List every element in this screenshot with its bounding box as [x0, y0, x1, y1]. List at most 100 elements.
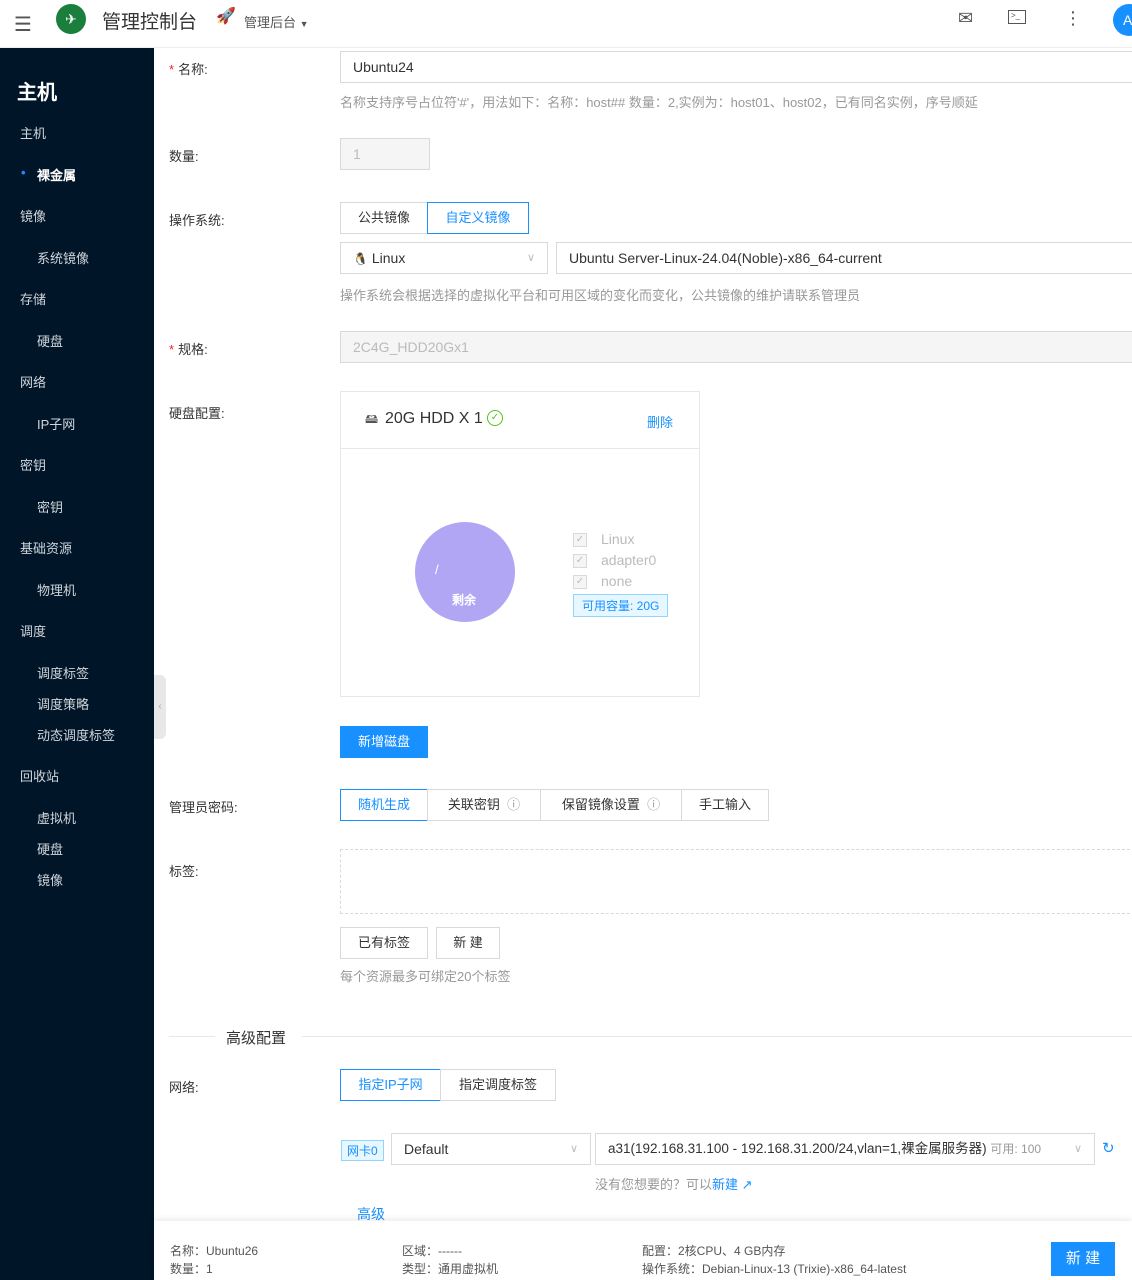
refresh-icon[interactable]: ↻: [1102, 1139, 1115, 1157]
sidebar-item-system-image[interactable]: 系统镜像: [37, 248, 89, 267]
sidebar-item-disk[interactable]: 硬盘: [37, 331, 63, 350]
capacity-tag: 可用容量: 20G: [573, 594, 669, 617]
create-subnet-link[interactable]: 新建: [712, 1177, 738, 1192]
subnet-missing-hint: 没有您想要的？可以新建 ↗: [595, 1177, 753, 1192]
footer-summary: 名称：Ubuntu26 数量：1 区域：------ 类型：通用虚拟机 配置：2…: [154, 1221, 1132, 1280]
network-label: 网络:: [169, 1080, 199, 1095]
sidebar-item-label: 裸金属: [37, 168, 77, 183]
legend-item: ✓ Linux: [573, 531, 668, 552]
sidebar-item-sched-policy[interactable]: 调度策略: [37, 694, 89, 713]
sidebar-item-dynamic-tag[interactable]: 动态调度标签: [37, 725, 115, 744]
summary-type: 类型：通用虚拟机: [402, 1262, 499, 1276]
more-icon[interactable]: ⋮: [1064, 8, 1082, 29]
summary-count: 数量：1: [170, 1262, 213, 1276]
image-select[interactable]: Ubuntu Server-Linux-24.04(Noble)-x86_64-…: [556, 242, 1132, 274]
legend-item: ✓ none: [573, 573, 668, 594]
tab-sched-tag[interactable]: 指定调度标签: [440, 1069, 556, 1101]
caret-down-icon: ▼: [299, 19, 309, 29]
name-input[interactable]: Ubuntu24: [340, 51, 1132, 83]
sidebar-item-physical[interactable]: 物理机: [37, 580, 76, 599]
sidebar-group-recycle: 回收站: [20, 769, 60, 784]
rocket-icon: 🚀: [216, 8, 236, 25]
chevron-down-icon: ∨: [1073, 1143, 1082, 1155]
sidebar-group-network: 网络: [20, 375, 47, 390]
sidebar-group-host: 主机: [20, 126, 47, 141]
project-label: 管理后台: [244, 15, 297, 30]
avatar[interactable]: A: [1113, 4, 1132, 36]
sidebar-item-recycle-image[interactable]: 镜像: [37, 870, 63, 889]
tab-custom-image[interactable]: 自定义镜像: [427, 202, 529, 234]
external-link-icon: ↗: [741, 1177, 753, 1192]
pwd-key[interactable]: 关联密钥 ⓘ: [427, 789, 541, 821]
sidebar-item-recycle-vm[interactable]: 虚拟机: [37, 808, 76, 827]
spec-input[interactable]: 2C4G_HDD20Gx1: [340, 331, 1132, 363]
tab-public-image[interactable]: 公共镜像: [340, 202, 428, 234]
disk-pie-slice: / 剩余: [415, 522, 515, 622]
count-label: 数量:: [169, 149, 199, 164]
checkbox[interactable]: ✓: [573, 533, 587, 548]
password-label: 管理员密码:: [169, 800, 238, 815]
sidebar-group-infra: 基础资源: [20, 541, 73, 556]
menu-icon[interactable]: ☰: [14, 12, 32, 37]
checkbox[interactable]: ✓: [573, 554, 587, 569]
sidebar: 主机 主机 • 裸金属 镜像 系统镜像 存储 硬盘 网络 IP子网 密钥 密钥 基…: [0, 48, 154, 1280]
sidebar-item-baremetal[interactable]: • 裸金属: [21, 165, 77, 184]
chevron-down-icon: ∨: [569, 1143, 578, 1155]
os-hint: 操作系统会根据选择的虚拟化平台和可用区域的变化而变化，公共镜像的维护请联系管理员: [340, 288, 861, 303]
sidebar-title: 主机: [17, 82, 57, 104]
add-disk-button[interactable]: 新增磁盘: [340, 726, 428, 758]
tags-label: 标签:: [169, 864, 199, 879]
terminal-icon[interactable]: >_: [1008, 10, 1026, 24]
submit-button[interactable]: 新 建: [1051, 1242, 1115, 1276]
spec-label: * 规格:: [169, 342, 208, 357]
pie-label-free: 剩余: [452, 593, 477, 607]
top-bar: ☰ ✈ 管理控制台 🚀 管理后台 ▼ ✉ >_ ⋮ A: [0, 0, 1132, 48]
name-label: * 名称:: [169, 62, 208, 77]
delete-disk-link[interactable]: 删除: [647, 412, 673, 431]
help-icon[interactable]: ⓘ: [647, 797, 660, 812]
disk-label: 硬盘配置:: [169, 406, 225, 421]
linux-icon: 🐧: [353, 252, 368, 266]
divider: [302, 1036, 1132, 1037]
pie-label-root: /: [435, 562, 439, 577]
name-hint: 名称支持序号占位符'#'，用法如下：名称：host## 数量：2,实例为：hos…: [340, 95, 978, 110]
disk-title: 20G HDD X 1: [385, 410, 483, 427]
legend-item: ✓ adapter0: [573, 552, 668, 573]
summary-region: 区域：------: [402, 1244, 462, 1258]
sidebar-item-sched-tag[interactable]: 调度标签: [37, 663, 89, 682]
checkbox[interactable]: ✓: [573, 575, 587, 590]
existing-tags-button[interactable]: 已有标签: [340, 927, 428, 959]
summary-config: 配置：2核CPU、4 GB内存: [642, 1244, 786, 1258]
os-label: 操作系统:: [169, 213, 225, 228]
subnet-select[interactable]: a31(192.168.31.100 - 192.168.31.200/24,v…: [595, 1133, 1095, 1165]
sidebar-group-schedule: 调度: [20, 624, 47, 639]
pwd-manual[interactable]: 手工输入: [681, 789, 769, 821]
new-tag-button[interactable]: 新 建: [436, 927, 500, 959]
tab-subnet[interactable]: 指定IP子网: [340, 1069, 441, 1101]
app-title: 管理控制台: [102, 12, 198, 33]
disk-legend: ✓ Linux ✓ adapter0 ✓ none 可用容量: 20G: [573, 531, 669, 617]
disk-card: 🖴 20G HDD X 1 ✓ 删除 / 剩余 ✓ Linux ✓ adapter0…: [340, 391, 700, 697]
pwd-keep-image[interactable]: 保留镜像设置 ⓘ: [540, 789, 682, 821]
mail-icon[interactable]: ✉: [958, 8, 973, 29]
summary-name: 名称：Ubuntu26: [170, 1244, 259, 1258]
sidebar-item-subnet[interactable]: IP子网: [37, 414, 75, 433]
os-type-select[interactable]: 🐧 Linux ∨: [340, 242, 548, 274]
tags-hint: 每个资源最多可绑定20个标签: [340, 969, 511, 984]
sidebar-group-storage: 存储: [20, 292, 47, 307]
logo-icon: ✈: [56, 4, 86, 34]
chevron-down-icon: ∨: [526, 252, 535, 264]
summary-os: 操作系统：Debian-Linux-13 (Trixie)-x86_64-lat…: [642, 1262, 907, 1276]
sidebar-group-image: 镜像: [20, 209, 47, 224]
help-icon[interactable]: ⓘ: [507, 797, 520, 812]
sidebar-group-key: 密钥: [20, 458, 47, 473]
count-input[interactable]: 1: [340, 138, 430, 170]
sidebar-collapse-handle[interactable]: ‹: [154, 675, 166, 739]
check-circle-icon: ✓: [487, 410, 503, 426]
disk-icon: 🖴: [365, 411, 379, 426]
pwd-random[interactable]: 随机生成: [340, 789, 428, 821]
project-select[interactable]: 管理后台 ▼: [244, 12, 309, 31]
sidebar-item-key[interactable]: 密钥: [37, 497, 63, 516]
sidebar-item-recycle-disk[interactable]: 硬盘: [37, 839, 63, 858]
vpc-select[interactable]: Default ∨: [391, 1133, 591, 1165]
